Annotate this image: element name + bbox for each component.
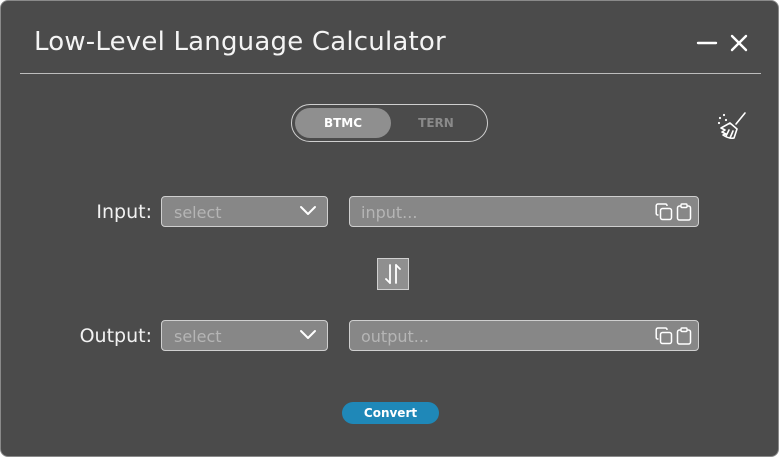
broom-icon	[717, 112, 746, 140]
output-select-value: select	[174, 327, 222, 346]
output-type-select[interactable]: select	[161, 320, 328, 351]
clipboard-icon	[676, 327, 692, 345]
clipboard-icon	[676, 203, 692, 221]
minimize-button[interactable]	[695, 31, 719, 55]
input-type-select[interactable]: select	[161, 196, 328, 227]
mode-option-tern[interactable]: TERN	[388, 108, 484, 138]
title-divider	[20, 73, 761, 74]
output-field[interactable]	[361, 325, 641, 347]
close-icon	[730, 34, 748, 52]
input-select-value: select	[174, 203, 222, 222]
output-copy-button[interactable]	[655, 327, 673, 345]
input-field-container	[349, 196, 699, 227]
swap-button[interactable]	[377, 258, 409, 290]
output-paste-button[interactable]	[675, 327, 693, 345]
chevron-down-icon	[300, 330, 316, 339]
copy-icon	[655, 327, 673, 345]
calculator-window: Low-Level Language Calculator BTMC TERN	[0, 0, 779, 457]
window-title: Low-Level Language Calculator	[34, 27, 446, 57]
input-label: Input:	[96, 201, 152, 223]
output-label: Output:	[79, 325, 152, 347]
copy-icon	[655, 203, 673, 221]
close-button[interactable]	[727, 31, 751, 55]
mode-option-btmc[interactable]: BTMC	[295, 108, 391, 138]
clear-button[interactable]	[716, 110, 748, 142]
input-paste-button[interactable]	[675, 203, 693, 221]
minimize-icon	[696, 41, 718, 45]
input-field[interactable]	[361, 201, 641, 223]
mode-toggle: BTMC TERN	[291, 104, 488, 142]
input-copy-button[interactable]	[655, 203, 673, 221]
output-field-container	[349, 320, 699, 351]
chevron-down-icon	[300, 206, 316, 215]
convert-button[interactable]: Convert	[342, 402, 439, 424]
swap-arrows-icon	[385, 264, 401, 284]
